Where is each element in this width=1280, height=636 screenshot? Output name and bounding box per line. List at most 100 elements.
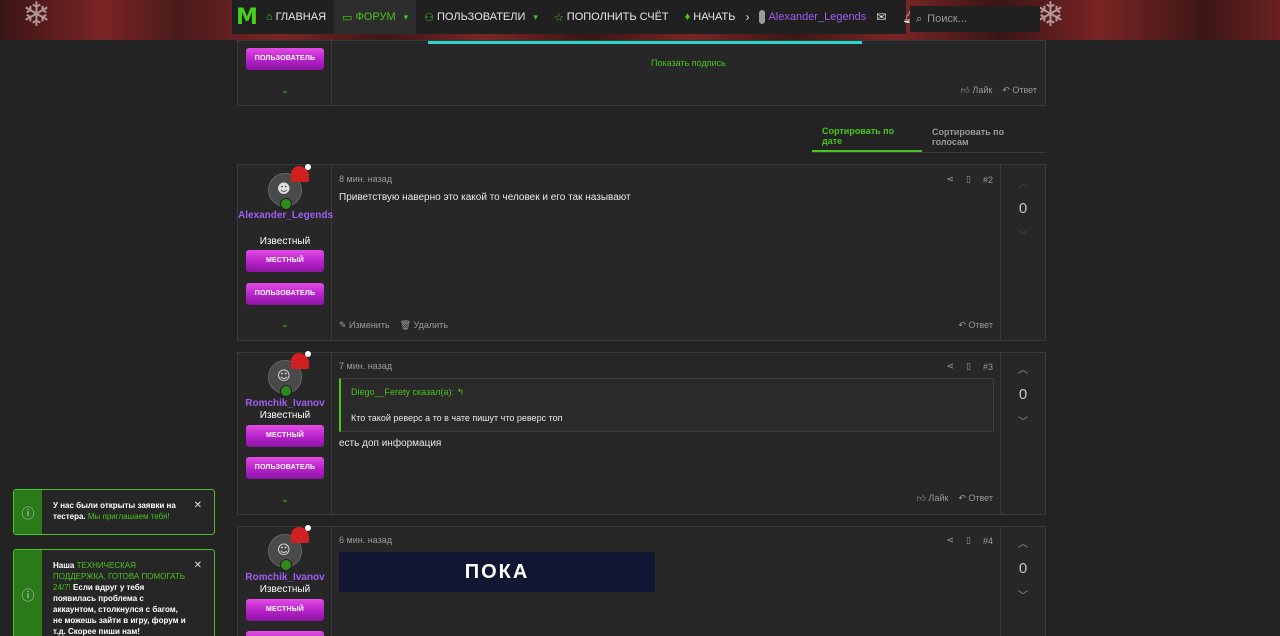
post-actions: 👍︎ Лайк ↶ Ответ: [961, 85, 1037, 96]
thumbs-up-icon: 👍︎: [916, 493, 929, 503]
user-banner: МЕСТНЫЙ: [246, 250, 324, 272]
bookmark-icon[interactable]: ▯: [966, 535, 971, 546]
expand-user-info[interactable]: ⌄: [238, 85, 332, 96]
expand-user-info[interactable]: ⌄: [238, 319, 332, 330]
search-icon: ⌕: [916, 12, 923, 25]
post-number[interactable]: #3: [983, 362, 993, 372]
vote-panel: ︿ 0 ﹀: [1000, 353, 1045, 514]
nav-item-forum[interactable]: ▭ ФОРУМ ▾: [334, 0, 417, 34]
post-actions: 👍︎ Лайк ↶ Ответ: [917, 493, 993, 504]
post-user-panel: ☺ Romchik_Ivanov Известный МЕСТНЫЙ ПОЛЬЗ…: [238, 351, 332, 514]
edit-button[interactable]: ✎ Изменить: [339, 320, 390, 331]
avatar[interactable]: ☻: [268, 164, 311, 210]
chevron-right-icon[interactable]: ›: [739, 10, 755, 24]
post-username[interactable]: Romchik_Ivanov: [238, 397, 332, 410]
star-icon: ☆: [553, 11, 564, 24]
post-body: Приветствую наверно это какой то человек…: [339, 192, 631, 203]
vote-score: 0: [1018, 200, 1028, 217]
reply-button[interactable]: ↶ Ответ: [958, 320, 993, 331]
downvote-icon[interactable]: ﹀: [1018, 227, 1028, 242]
chevron-down-icon[interactable]: ▾: [533, 12, 538, 23]
downvote-icon[interactable]: ﹀: [1018, 413, 1028, 428]
quote-author[interactable]: Diego__Ferety сказал(а): ↰: [351, 387, 464, 398]
share-icon[interactable]: ⋖: [946, 174, 954, 185]
reply-label: Ответ: [1012, 85, 1037, 95]
upvote-icon[interactable]: ︿: [1018, 361, 1028, 376]
site-logo[interactable]: M: [236, 0, 258, 34]
users-icon: ⚇: [424, 11, 435, 24]
post-time[interactable]: 7 мин. назад: [339, 361, 392, 371]
chevron-down-icon[interactable]: ▾: [404, 12, 409, 23]
upvote-icon[interactable]: ︿: [1018, 175, 1028, 190]
top-bar: ❄ ❄ M ⌂ ГЛАВНАЯ ▭ ФОРУМ ▾ ⚇ ПОЛЬЗОВАТЕЛИ…: [0, 0, 1280, 40]
nav-topup-label: ПОПОЛНИТЬ СЧЁТ: [566, 11, 669, 23]
reply-button[interactable]: ↶ Ответ: [958, 493, 993, 504]
avatar: [759, 10, 766, 24]
quote-block: Diego__Ferety сказал(а): ↰ Кто такой рев…: [339, 378, 994, 432]
notification-toast: ⓘ Наша ТЕХНИЧЕСКАЯ ПОДДЕРЖКА, ГОТОВА ПОМ…: [13, 549, 215, 636]
post-user-panel: ☻ Alexander_Legends Известный МЕСТНЫЙ ПО…: [238, 164, 333, 340]
avatar[interactable]: ☺: [268, 351, 311, 397]
downvote-icon[interactable]: ﹀: [1018, 587, 1028, 602]
edit-label: Изменить: [349, 320, 390, 330]
delete-button[interactable]: 🗑︎ Удалить: [400, 320, 448, 331]
nav-users-label: ПОЛЬЗОВАТЕЛИ: [437, 11, 526, 23]
quote-text: Кто такой реверс а то в чате пишут что р…: [351, 413, 563, 423]
user-banner: МЕСТНЫЙ: [246, 425, 324, 447]
show-signature-link[interactable]: Показать подпись: [651, 58, 726, 68]
nav-item-home[interactable]: ⌂ ГЛАВНАЯ: [258, 0, 334, 34]
nav-item-users[interactable]: ⚇ ПОЛЬЗОВАТЕЛИ ▾: [416, 0, 546, 34]
share-icon[interactable]: ⋖: [946, 535, 954, 546]
nav-item-topup[interactable]: ☆ ПОПОЛНИТЬ СЧЁТ: [546, 0, 677, 34]
sort-by-date-tab[interactable]: Сортировать по дате: [812, 122, 922, 152]
avatar-face-icon: ☺: [277, 369, 291, 384]
mail-icon[interactable]: ✉: [866, 10, 894, 24]
main-nav: M ⌂ ГЛАВНАЯ ▭ ФОРУМ ▾ ⚇ ПОЛЬЗОВАТЕЛИ ▾ ☆…: [232, 0, 918, 34]
user-menu-name: Alexander_Legends: [768, 11, 867, 23]
post-body: есть доп информация: [339, 438, 442, 449]
trash-icon: 🗑︎: [399, 320, 414, 330]
nav-item-start[interactable]: ♦ НАЧАТЬ: [677, 0, 740, 34]
reply-button[interactable]: ↶ Ответ: [1002, 85, 1037, 96]
user-banner: МЕСТНЫЙ: [246, 599, 324, 621]
sort-by-votes-tab[interactable]: Сортировать по голосам: [922, 122, 1046, 152]
toast-text: У нас были открыты заявки на тестера. Мы…: [53, 500, 188, 522]
avatar[interactable]: ☺: [268, 525, 311, 571]
post-username[interactable]: Romchik_Ivanov: [238, 571, 332, 584]
like-button[interactable]: 👍︎ Лайк: [961, 85, 993, 96]
post-user-panel: ☺ Romchik_Ivanov Известный МЕСТНЫЙ: [238, 525, 332, 636]
quote-author-label: Diego__Ferety сказал(а):: [351, 387, 454, 397]
toast-link[interactable]: Мы приглашаем тебя!: [88, 512, 170, 521]
avatar-face-icon: ☺: [277, 543, 291, 558]
close-icon[interactable]: ✕: [194, 560, 202, 571]
like-button[interactable]: 👍︎ Лайк: [917, 493, 949, 504]
post-number[interactable]: #4: [983, 536, 993, 546]
post-number[interactable]: #2: [983, 175, 993, 185]
bookmark-icon[interactable]: ▯: [966, 174, 971, 185]
home-icon: ⌂: [265, 11, 273, 23]
bookmark-icon[interactable]: ▯: [966, 361, 971, 372]
jump-to-quote-icon[interactable]: ↰: [456, 387, 464, 397]
close-icon[interactable]: ✕: [194, 500, 202, 511]
upvote-icon[interactable]: ︿: [1018, 535, 1028, 550]
reply-label: Ответ: [968, 493, 993, 503]
toast-text: Наша ТЕХНИЧЕСКАЯ ПОДДЕРЖКА, ГОТОВА ПОМОГ…: [53, 560, 188, 636]
previous-post: ПОЛЬЗОВАТЕЛЬ ⌄ Показать подпись 👍︎ Лайк …: [237, 40, 1046, 106]
nav-start-label: НАЧАТЬ: [693, 11, 736, 23]
like-label: Лайк: [972, 85, 993, 95]
vote-panel: ︿ 0 ﹀: [1000, 527, 1045, 636]
info-icon: ⓘ: [14, 550, 42, 636]
share-icon[interactable]: ⋖: [946, 361, 954, 372]
post: ☺ Romchik_Ivanov Известный МЕСТНЫЙ 6 мин…: [237, 525, 1046, 636]
post-tools: ⋖ ▯ #3: [946, 361, 993, 372]
expand-user-info[interactable]: ⌄: [238, 494, 332, 505]
vote-score: 0: [1018, 386, 1028, 403]
user-banner: [246, 631, 324, 636]
post-time[interactable]: 8 мин. назад: [339, 174, 392, 184]
post-image[interactable]: ПОКА: [339, 552, 655, 592]
user-menu[interactable]: Alexander_Legends: [755, 10, 866, 24]
post-time[interactable]: 6 мин. назад: [339, 535, 392, 545]
post-username[interactable]: Alexander_Legends: [238, 209, 333, 222]
post-actions: ✎ Изменить 🗑︎ Удалить: [339, 320, 448, 331]
search-input[interactable]: ⌕ Поиск...: [910, 6, 1040, 32]
